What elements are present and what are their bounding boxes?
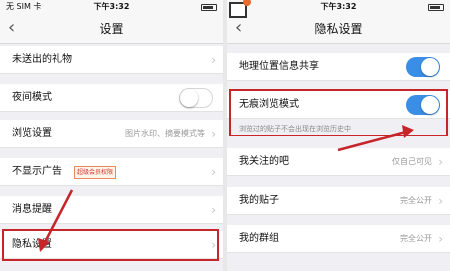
row-label: 消息提醒 [12, 204, 52, 215]
section-gap [227, 136, 450, 146]
row-value: 完全公开 [400, 234, 432, 243]
row-message-alerts[interactable]: 消息提醒 › [0, 196, 223, 224]
chevron-right-icon: › [438, 155, 443, 169]
app-icon [229, 0, 251, 18]
row-value: 仅自己可见 [392, 157, 432, 166]
row-value: 图片水印、摘要模式等 [125, 129, 205, 138]
row-browse-settings[interactable]: 浏览设置 图片水印、摘要模式等 › [0, 120, 223, 148]
highlight-frame [2, 229, 219, 261]
row-label: 不显示广告 [12, 166, 62, 177]
row-location-sharing: 地理位置信息共享 [227, 53, 450, 81]
status-time: 下午3:32 [320, 2, 357, 11]
battery-icon [428, 4, 444, 11]
row-my-groups[interactable]: 我的群组 完全公开 › [227, 225, 450, 253]
row-label: 夜间模式 [12, 92, 52, 103]
chevron-right-icon: › [438, 194, 443, 208]
chevron-right-icon: › [211, 203, 216, 217]
status-time: 下午3:32 [93, 2, 130, 11]
location-sharing-toggle[interactable] [406, 57, 440, 77]
status-bar: 无 SIM 卡 下午3:32 [0, 0, 223, 14]
chevron-right-icon: › [438, 232, 443, 246]
battery-icon [201, 4, 217, 11]
vip-badge: 超级会员权限 [74, 166, 117, 179]
row-value: 完全公开 [400, 196, 432, 205]
row-hide-ads[interactable]: 不显示广告 超级会员权限 › [0, 158, 223, 186]
status-bar: 下午3:32 [227, 0, 450, 14]
chevron-right-icon: › [211, 127, 216, 141]
row-followed-bars[interactable]: 我关注的吧 仅自己可见 › [227, 148, 450, 176]
row-label: 我的贴子 [239, 195, 279, 206]
nav-bar: ‹ 隐私设置 [227, 14, 450, 44]
row-label: 未送出的礼物 [12, 54, 72, 65]
row-my-posts[interactable]: 我的贴子 完全公开 › [227, 187, 450, 215]
toggle-knob [421, 58, 439, 76]
night-mode-toggle[interactable] [179, 88, 213, 108]
row-label: 浏览设置 [12, 128, 52, 139]
row-label: 我的群组 [239, 233, 279, 244]
privacy-settings-screen: 下午3:32 ‹ 隐私设置 地理位置信息共享 无痕浏览模式 浏览过的贴子不会出现… [227, 0, 450, 271]
page-title: 隐私设置 [314, 22, 363, 36]
screenshot-stage: 无 SIM 卡 下午3:32 ‹ 设置 未送出的礼物 › 夜间模式 浏览设置 图… [0, 0, 450, 271]
settings-screen: 无 SIM 卡 下午3:32 ‹ 设置 未送出的礼物 › 夜间模式 浏览设置 图… [0, 0, 223, 271]
nav-bar: ‹ 设置 [0, 14, 223, 44]
row-label: 我关注的吧 [239, 156, 289, 167]
highlight-frame [229, 89, 448, 137]
row-night-mode: 夜间模式 [0, 84, 223, 112]
row-unsent-gifts[interactable]: 未送出的礼物 › [0, 46, 223, 74]
page-title: 设置 [99, 22, 124, 36]
chevron-right-icon: › [211, 165, 216, 179]
row-label: 地理位置信息共享 [239, 61, 319, 72]
chevron-right-icon: › [211, 53, 216, 67]
toggle-knob [180, 89, 198, 107]
